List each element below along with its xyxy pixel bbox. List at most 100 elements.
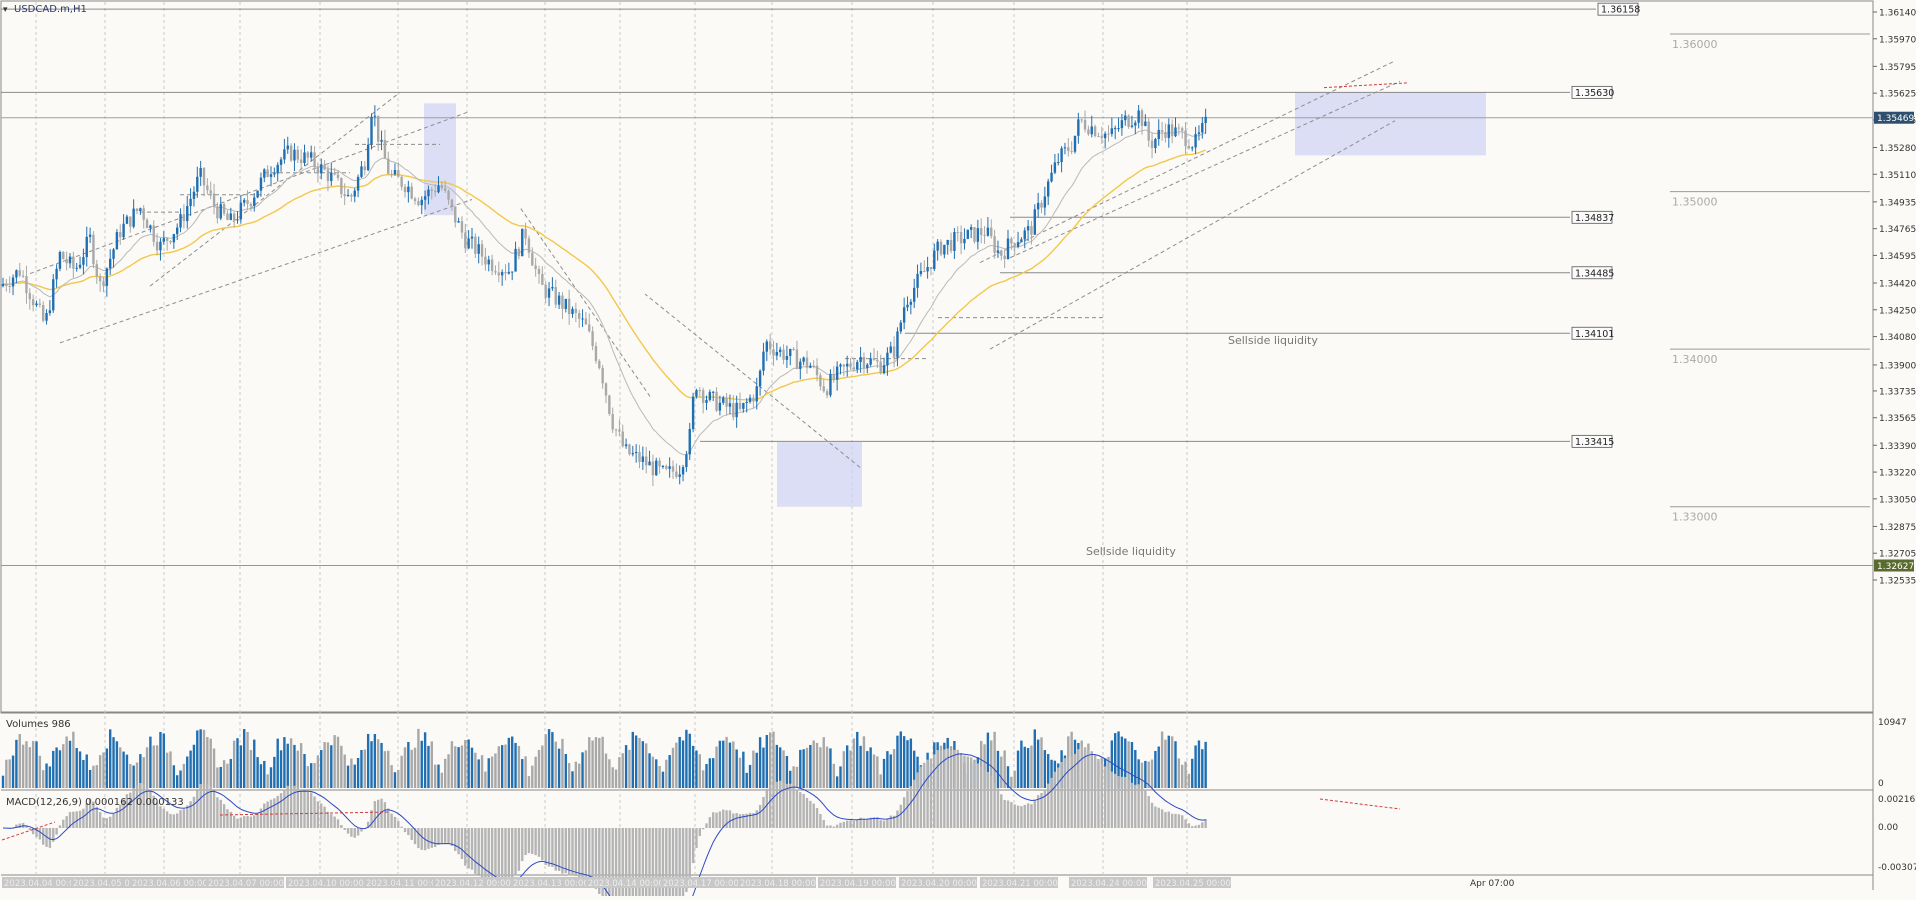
volume-bar (548, 729, 550, 788)
candle-bear (350, 195, 352, 196)
volume-bar (119, 747, 121, 788)
macd-histogram-bar (980, 767, 982, 828)
macd-histogram-bar (1188, 823, 1190, 828)
volume-bar (1201, 749, 1203, 788)
macd-histogram-bar (441, 828, 443, 843)
candle-bull (1134, 123, 1136, 126)
ma-fast-line (3, 130, 1206, 455)
volume-bar (1171, 736, 1173, 788)
volume-bar (421, 741, 423, 788)
candle-bull (1131, 126, 1133, 127)
volume-bar (427, 746, 429, 788)
candle-bear (595, 346, 597, 361)
time-label: 2023.04.11 00:00 (366, 879, 442, 889)
volume-bar (303, 754, 305, 788)
candle-bull (997, 250, 999, 252)
candle-bear (9, 286, 11, 287)
volume-bar (76, 748, 78, 788)
volume-bar (173, 765, 175, 788)
candle-bull (1114, 128, 1116, 129)
macd-histogram-bar (42, 828, 44, 845)
candle-bull (243, 200, 245, 202)
macd-histogram-bar (397, 821, 399, 828)
candle-bear (608, 396, 610, 414)
macd-histogram-bar (1000, 794, 1002, 828)
price-tick-label: 1.35970 (1879, 35, 1916, 45)
sellside-liquidity-label-2: Sellside liquidity (1228, 334, 1318, 347)
volume-bar (719, 741, 721, 788)
macd-histogram-bar (578, 828, 580, 877)
macd-histogram-bar (856, 820, 858, 828)
macd-histogram-bar (1003, 800, 1005, 828)
macd-histogram-bar (337, 819, 339, 828)
volume-bar (846, 745, 848, 788)
macd-histogram-bar (792, 784, 794, 828)
candle-bear (504, 272, 506, 273)
macd-histogram-bar (478, 828, 480, 875)
volume-bar (374, 734, 376, 788)
volume-bar (243, 729, 245, 788)
candle-bear (42, 305, 44, 321)
macd-histogram-bar (1137, 784, 1139, 828)
candle-bull (722, 398, 724, 403)
macd-histogram-bar (1060, 762, 1062, 828)
candle-bear (491, 260, 493, 271)
volume-bar (635, 735, 637, 788)
candle-bull (916, 274, 918, 288)
candle-bear (598, 361, 600, 368)
candle-bear (1097, 136, 1099, 137)
candle-bull (709, 392, 711, 400)
volume-axis-max: 10947 (1878, 718, 1907, 728)
candle-bear (387, 158, 389, 173)
candle-bear (344, 194, 346, 196)
candle-bull (642, 457, 644, 462)
macd-histogram-bar (62, 820, 64, 828)
macd-histogram-bar (695, 828, 697, 848)
macd-histogram-bar (333, 817, 335, 828)
macd-histogram-bar (950, 751, 952, 828)
candle-bull (1064, 147, 1066, 148)
macd-histogram-bar (55, 828, 57, 835)
candle-bull (648, 462, 650, 466)
macd-histogram-bar (689, 828, 691, 880)
volumes-label: Volumes 986 (6, 719, 71, 730)
volume-bar (1151, 760, 1153, 788)
volume-bar (638, 738, 640, 788)
volume-bar (317, 755, 319, 788)
candle-bear (538, 269, 540, 274)
candle-bear (752, 398, 754, 402)
window-menu-icon[interactable]: ▾ (3, 5, 8, 15)
volume-bar (1024, 747, 1026, 788)
volume-bar (799, 750, 801, 788)
candle-bull (903, 307, 905, 322)
candle-bull (1024, 230, 1026, 239)
candle-bear (813, 366, 815, 367)
macd-histogram-bar (933, 754, 935, 828)
symbol-label: USDCAD.m,H1 (14, 4, 87, 15)
candle-bear (628, 444, 630, 454)
macd-histogram-bar (149, 790, 151, 828)
candle-bear (739, 403, 741, 409)
candle-bear (819, 375, 821, 386)
candle-bull (735, 403, 737, 417)
candle-bull (196, 177, 198, 192)
volume-bar (1027, 748, 1029, 788)
candle-bull (910, 302, 912, 305)
candle-bear (578, 313, 580, 319)
candle-bear (1094, 126, 1096, 136)
price-tick-label: 1.33390 (1879, 442, 1916, 452)
candle-bull (407, 187, 409, 192)
candle-bear (444, 188, 446, 191)
macd-histogram-bar (186, 805, 188, 828)
macd-histogram-bar (488, 828, 490, 881)
candle-bear (317, 167, 319, 174)
candle-bull (692, 397, 694, 429)
candle-bull (45, 313, 47, 321)
candle-bull (69, 257, 71, 264)
volume-bar (498, 746, 500, 788)
candle-bull (953, 232, 955, 251)
candle-bear (568, 299, 570, 314)
macd-histogram-bar (387, 808, 389, 828)
macd-histogram-bar (106, 818, 108, 828)
volume-bar (528, 776, 530, 788)
